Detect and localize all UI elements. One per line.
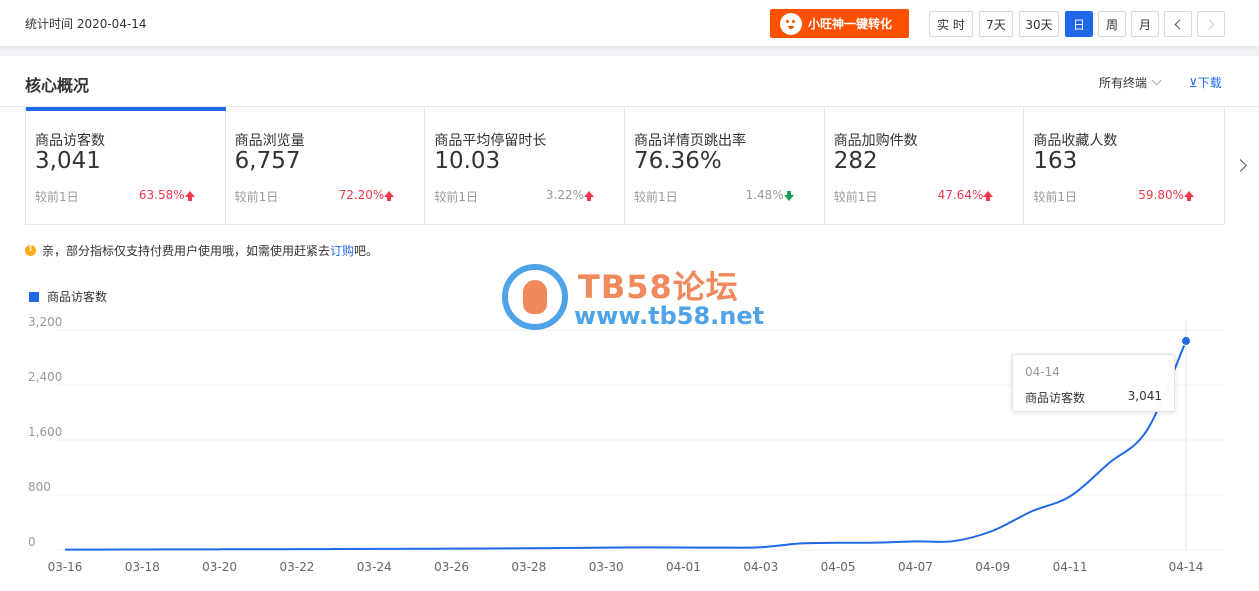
data-point-highlight [1181,335,1191,346]
chart-tooltip: 04-14 商品访客数 3,041 [1012,354,1175,412]
tooltip-series-name: 商品访客数 [1025,391,1086,405]
x-tick-label: 04-01 [666,560,701,574]
x-tick-label: 04-05 [821,560,856,574]
x-tick-label: 03-24 [357,560,392,574]
y-tick-label: 3,200 [28,315,62,329]
x-tick-label: 04-11 [1053,560,1088,574]
x-tick-label: 04-09 [975,560,1010,574]
y-tick-label: 2,400 [28,370,62,384]
x-tick-label: 04-03 [743,560,778,574]
x-tick-label: 03-22 [279,560,314,574]
x-tick-label: 03-26 [434,560,469,574]
y-tick-label: 0 [28,535,36,549]
x-tick-label: 04-07 [898,560,933,574]
x-tick-label: 03-28 [511,560,546,574]
watermark-url: www.tb58.net [574,302,765,330]
y-tick-label: 800 [28,480,51,494]
x-tick-label: 03-18 [125,560,160,574]
forum-watermark: TB58论坛 www.tb58.net [500,260,764,332]
x-tick-label: 04-14 [1169,560,1204,574]
tooltip-date: 04-14 [1025,365,1060,379]
x-tick-label: 03-16 [48,560,83,574]
tooltip-value: 3,041 [1127,389,1162,403]
x-tick-label: 03-30 [589,560,624,574]
hand-logo-icon [502,264,568,330]
y-tick-label: 1,600 [28,425,62,439]
x-tick-label: 03-20 [202,560,237,574]
